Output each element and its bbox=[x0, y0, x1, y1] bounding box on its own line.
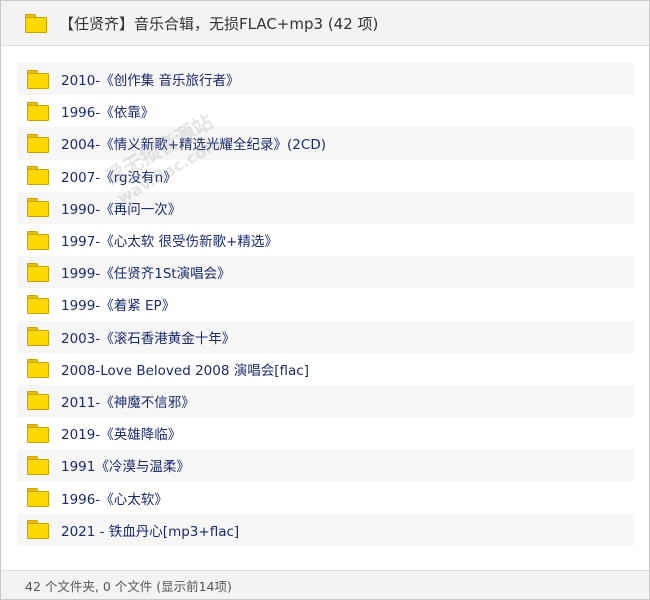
folder-name: 1999-《着紧 EP》 bbox=[61, 298, 176, 315]
folder-icon bbox=[27, 391, 49, 411]
folder-name: 1996-《依靠》 bbox=[61, 105, 155, 122]
folder-icon bbox=[27, 69, 49, 89]
folder-row[interactable]: 2010-《创作集 音乐旅行者》 bbox=[17, 63, 634, 96]
root-folder-title: 【任贤齐】音乐合辑，无损FLAC+mp3 (42 项) bbox=[59, 14, 379, 33]
folder-name: 1990-《再问一次》 bbox=[61, 201, 182, 218]
folder-icon bbox=[27, 166, 49, 186]
folder-row[interactable]: 2004-《情义新歌+精选光耀全纪录》(2CD) bbox=[17, 127, 634, 160]
file-tree-panel: 【任贤齐】音乐合辑，无损FLAC+mp3 (42 项) 2010-《创作集 音乐… bbox=[0, 0, 650, 600]
folder-name: 1991《冷漠与温柔》 bbox=[61, 459, 190, 476]
root-folder-header[interactable]: 【任贤齐】音乐合辑，无损FLAC+mp3 (42 项) bbox=[1, 1, 649, 46]
folder-name: 2021 - 铁血丹心[mp3+flac] bbox=[61, 523, 240, 540]
folder-row[interactable]: 1999-《任贤齐1St演唱会》 bbox=[17, 256, 634, 289]
folder-name: 1996-《心太软》 bbox=[61, 491, 168, 508]
folder-icon bbox=[27, 133, 49, 153]
folder-name: 2004-《情义新歌+精选光耀全纪录》(2CD) bbox=[61, 137, 326, 154]
folder-name: 2011-《神魔不信邪》 bbox=[61, 394, 195, 411]
status-text: 42 个文件夹, 0 个文件 (显示前14项) bbox=[25, 578, 232, 594]
folder-row[interactable]: 2021 - 铁血丹心[mp3+flac] bbox=[17, 513, 634, 546]
folder-row[interactable]: 1990-《再问一次》 bbox=[17, 191, 634, 224]
folder-row[interactable]: 1991《冷漠与温柔》 bbox=[17, 449, 634, 482]
folder-name: 1997-《心太软 很受伤新歌+精选》 bbox=[61, 234, 278, 251]
folder-icon bbox=[27, 327, 49, 347]
folder-icon bbox=[27, 488, 49, 508]
folder-row[interactable]: 2003-《滚石香港黄金十年》 bbox=[17, 320, 634, 353]
folder-icon bbox=[25, 13, 47, 33]
folder-icon bbox=[27, 294, 49, 314]
folder-icon bbox=[27, 520, 49, 540]
status-bar: 42 个文件夹, 0 个文件 (显示前14项) bbox=[1, 570, 649, 599]
folder-row[interactable]: 2007-《rg没有n》 bbox=[17, 160, 634, 192]
folder-row[interactable]: 1999-《着紧 EP》 bbox=[17, 288, 634, 320]
folder-row[interactable]: 1996-《依靠》 bbox=[17, 95, 634, 127]
folder-name: 2010-《创作集 音乐旅行者》 bbox=[61, 73, 240, 90]
folder-icon bbox=[27, 262, 49, 282]
folder-row[interactable]: 2019-《英雄降临》 bbox=[17, 417, 634, 449]
folder-icon bbox=[27, 359, 49, 379]
folder-row[interactable]: 1997-《心太软 很受伤新歌+精选》 bbox=[17, 224, 634, 256]
folder-icon bbox=[27, 198, 49, 218]
folder-list: 2010-《创作集 音乐旅行者》 1996-《依靠》 2004-《情义新歌+精选光耀… bbox=[17, 63, 634, 546]
folder-name: 2007-《rg没有n》 bbox=[61, 169, 177, 186]
folder-name: 2008-Love Beloved 2008 演唱会[flac] bbox=[61, 362, 309, 379]
folder-icon bbox=[27, 423, 49, 443]
folder-row[interactable]: 2008-Love Beloved 2008 演唱会[flac] bbox=[17, 353, 634, 385]
folder-row[interactable]: 1996-《心太软》 bbox=[17, 481, 634, 513]
folder-icon bbox=[27, 101, 49, 121]
folder-name: 2019-《英雄降临》 bbox=[61, 427, 182, 444]
folder-name: 2003-《滚石香港黄金十年》 bbox=[61, 330, 236, 347]
folder-icon bbox=[27, 230, 49, 250]
folder-row[interactable]: 2011-《神魔不信邪》 bbox=[17, 384, 634, 418]
folder-name: 1999-《任贤齐1St演唱会》 bbox=[61, 266, 231, 283]
folder-icon bbox=[27, 455, 49, 475]
